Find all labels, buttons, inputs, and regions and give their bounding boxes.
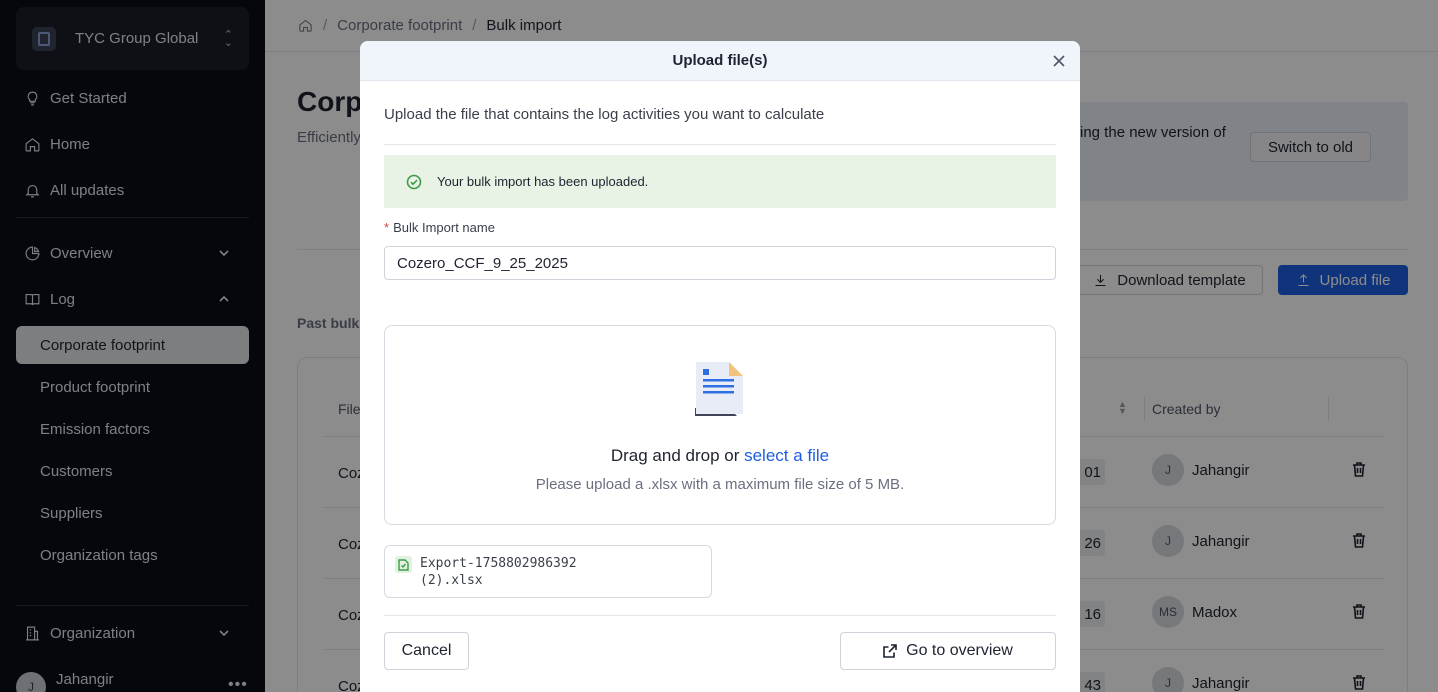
modal-title: Upload file(s) (672, 52, 768, 69)
divider (384, 615, 1056, 616)
select-file-link[interactable]: select a file (744, 446, 829, 465)
file-name-line: Export-1758802986392 (420, 556, 577, 571)
modal-header: Upload file(s) (360, 41, 1080, 81)
modal-description: Upload the file that contains the log ac… (384, 106, 825, 123)
file-dropzone[interactable] (384, 325, 1056, 525)
success-alert: Your bulk import has been uploaded. (384, 155, 1056, 208)
dropzone-text: Drag and drop or select a file (360, 446, 1080, 466)
bulk-import-name-input[interactable] (384, 246, 1056, 280)
uploaded-file-name: Export-1758802986392 (2).xlsx (420, 555, 620, 589)
document-icon (695, 362, 743, 416)
bulk-import-name-label: * Bulk Import name (384, 220, 495, 235)
go-to-overview-button[interactable]: Go to overview (840, 632, 1056, 670)
required-marker: * (384, 220, 390, 235)
external-link-icon (883, 644, 897, 658)
uploaded-file-card: Export-1758802986392 (2).xlsx (384, 545, 712, 598)
upload-modal: Upload file(s) Upload the file that cont… (360, 41, 1080, 692)
dropzone-label: Drag and drop or (610, 446, 745, 465)
cancel-button[interactable]: Cancel (384, 632, 469, 670)
file-name-line: (2).xlsx (420, 573, 483, 588)
dropzone-hint: Please upload a .xlsx with a maximum fil… (535, 476, 905, 493)
bulk-import-name-label-text: Bulk Import name (393, 220, 495, 235)
success-message: Your bulk import has been uploaded. (437, 174, 649, 189)
divider (384, 144, 1056, 145)
go-to-overview-label: Go to overview (906, 642, 1013, 659)
check-circle-icon (406, 174, 422, 189)
spreadsheet-file-icon (395, 556, 412, 573)
close-icon[interactable] (1052, 54, 1066, 68)
